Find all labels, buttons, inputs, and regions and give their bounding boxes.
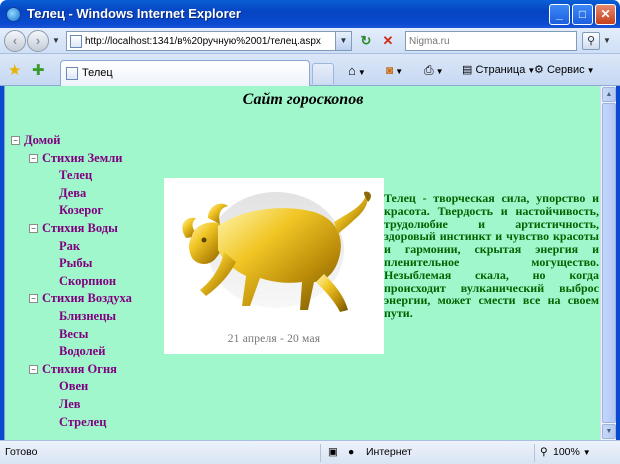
forward-button[interactable]: › [27, 30, 49, 52]
search-box [405, 31, 577, 51]
collapse-icon[interactable]: − [29, 224, 38, 233]
tree-group-earth[interactable]: − Стихия Земли [29, 150, 122, 167]
add-favorites-icon[interactable]: ✚ [32, 61, 45, 79]
tree-item-home[interactable]: Домой [24, 133, 60, 147]
tree-item-aquarius[interactable]: Водолей [59, 343, 105, 360]
tree-item-libra[interactable]: Весы [59, 326, 88, 343]
recent-pages-dropdown-icon[interactable]: ▼ [52, 36, 60, 45]
gear-icon: ⚙ [534, 64, 544, 76]
window-title: Телец - Windows Internet Explorer [27, 6, 241, 21]
tree-group-label[interactable]: Стихия Воды [42, 221, 118, 235]
collapse-icon[interactable]: − [29, 364, 38, 374]
vertical-scrollbar[interactable]: ▲ ▼ [600, 86, 616, 440]
minimize-button[interactable]: _ [549, 4, 570, 25]
tree-item-aries[interactable]: Овен [59, 378, 88, 395]
collapse-icon[interactable]: − [11, 136, 20, 145]
new-tab-button[interactable] [312, 63, 334, 84]
date-range-caption: 21 апреля - 20 мая [227, 333, 321, 345]
tree-group-label[interactable]: Стихия Огня [42, 362, 117, 376]
status-text: Готово [5, 446, 38, 458]
tree-item-taurus[interactable]: Телец [59, 167, 92, 184]
scroll-up-arrow-icon[interactable]: ▲ [602, 87, 616, 102]
search-input[interactable] [409, 34, 573, 49]
collapse-icon[interactable]: − [29, 153, 38, 163]
protected-mode-icon[interactable]: ▣ [328, 446, 338, 458]
taurus-image: 21 апреля - 20 мая [164, 178, 384, 354]
tree-item-leo[interactable]: Лев [59, 396, 81, 413]
window-frame-right [616, 28, 620, 442]
zoom-level[interactable]: 100% ▼ [553, 446, 591, 458]
zoom-icon[interactable]: ⚲ [540, 446, 548, 458]
zoom-value: 100% [553, 446, 580, 458]
stop-icon[interactable]: ✕ [379, 32, 397, 50]
tree-item-scorpio[interactable]: Скорпион [59, 273, 116, 290]
page-menu-icon: ▤ [462, 64, 473, 76]
address-bar: ▼ [66, 31, 352, 51]
tree-item-cancer[interactable]: Рак [59, 238, 80, 255]
home-icon[interactable]: ⌂ ▼ [348, 63, 366, 78]
address-input[interactable] [85, 34, 331, 49]
taurus-bull-illustration [182, 191, 371, 312]
page-icon [70, 35, 82, 48]
tree-item-capricorn[interactable]: Козерог [59, 202, 103, 219]
address-toolbar: ‹ › ▼ ▼ ↻ ✕ ⚲ ▼ [0, 28, 620, 54]
address-dropdown-icon[interactable]: ▼ [335, 32, 351, 50]
globe-icon: ● [348, 446, 355, 458]
title-bar: Телец - Windows Internet Explorer _ □ ✕ [0, 0, 620, 28]
maximize-button[interactable]: □ [572, 4, 593, 25]
page-title: Сайт гороскопов [242, 91, 364, 108]
tree-group-label[interactable]: Стихия Земли [42, 151, 122, 165]
tools-menu-label: Сервис [546, 64, 585, 76]
tab-toolbar: ★ ✚ Телец ⌂ ▼ ◙ ▼ ⎙ ▼ ▤ Страница ▼ ⚙ Сервис ▼ [0, 54, 620, 86]
tree-item-virgo[interactable]: Дева [59, 185, 86, 202]
feeds-icon[interactable]: ◙ ▼ [386, 63, 403, 77]
page-menu-button[interactable]: ▤ Страница ▼ [462, 63, 535, 76]
tools-menu-button[interactable]: ⚙ Сервис ▼ [534, 63, 595, 76]
tree-group-air[interactable]: − Стихия Воздуха [29, 290, 132, 307]
tree-group-label[interactable]: Стихия Воздуха [42, 291, 132, 305]
search-icon[interactable]: ⚲ [582, 32, 600, 50]
page-menu-label: Страница [475, 64, 526, 76]
tree-group-water[interactable]: − Стихия Воды [29, 220, 118, 237]
tree-item-gemini[interactable]: Близнецы [59, 308, 116, 325]
ie-app-icon [6, 7, 21, 22]
status-bar: Готово ▣ ● Интернет ⚲ 100% ▼ [0, 440, 620, 464]
favorites-star-icon[interactable]: ★ [8, 61, 21, 79]
tab-active[interactable]: Телец [60, 60, 310, 86]
back-button[interactable]: ‹ [4, 30, 26, 52]
close-button[interactable]: ✕ [595, 4, 616, 25]
tree-item-sagittarius[interactable]: Стрелец [59, 414, 106, 431]
page-viewport: Сайт гороскопов − Домой − Стихия Земли Тел… [4, 86, 600, 440]
tree-item-pisces[interactable]: Рыбы [59, 255, 92, 272]
tree-root-node[interactable]: − Домой [11, 132, 60, 149]
status-divider [534, 444, 535, 462]
collapse-icon[interactable]: − [29, 294, 38, 304]
search-options-dropdown-icon[interactable]: ▼ [603, 36, 611, 45]
scroll-down-arrow-icon[interactable]: ▼ [602, 424, 616, 439]
tree-group-fire[interactable]: − Стихия Огня [29, 361, 117, 378]
scroll-thumb[interactable] [602, 103, 616, 423]
status-divider [320, 444, 321, 462]
print-icon[interactable]: ⎙ ▼ [424, 63, 444, 78]
tab-label: Телец [82, 67, 113, 79]
security-zone-label[interactable]: Интернет [366, 446, 412, 458]
refresh-icon[interactable]: ↻ [357, 32, 375, 50]
sign-description: Телец - творческая сила, упорство и крас… [384, 191, 599, 321]
tab-page-icon [66, 67, 78, 80]
